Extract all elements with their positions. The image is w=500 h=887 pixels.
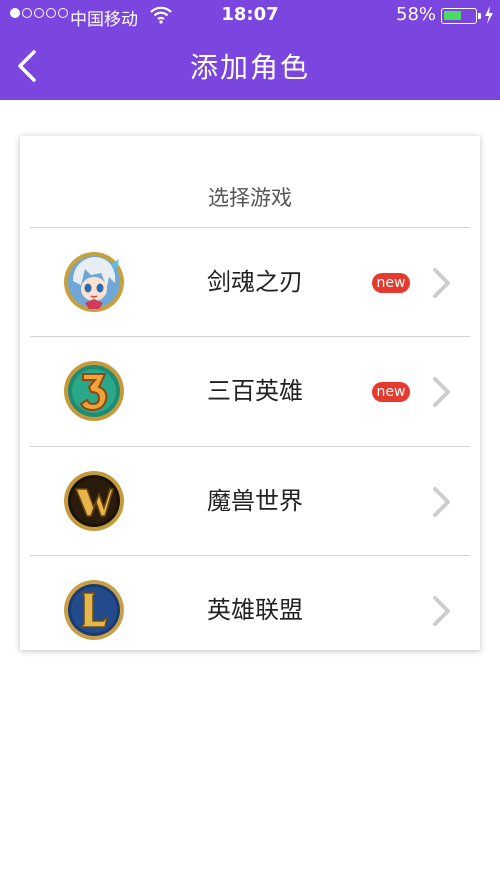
league-of-legends-game-icon [64, 580, 124, 640]
game-row-league-of-legends[interactable]: 英雄联盟 [30, 556, 470, 650]
new-badge: new [372, 273, 410, 293]
game-name: 英雄联盟 [207, 596, 303, 624]
world-of-warcraft-game-icon [64, 471, 124, 531]
game-name: 三百英雄 [207, 377, 303, 405]
three-hundred-heroes-game-icon [64, 361, 124, 421]
status-bar: 中国移动 18:07 58% [0, 0, 500, 32]
chevron-right-icon [433, 596, 450, 626]
battery-tip [478, 13, 481, 19]
chevron-right-icon [433, 377, 450, 407]
game-row-sword-soul[interactable]: 剑魂之刃 new [30, 228, 470, 337]
navigation-bar: 中国移动 18:07 58% 添加角色 [0, 0, 500, 100]
page-title: 添加角色 [189, 51, 310, 84]
new-badge: new [372, 382, 410, 402]
charging-bolt-icon [485, 6, 493, 24]
chevron-right-icon [433, 268, 450, 298]
sword-soul-game-icon [64, 252, 124, 312]
card-heading: 选择游戏 [208, 186, 292, 210]
game-name: 剑魂之刃 [207, 268, 303, 296]
chevron-right-icon [433, 487, 450, 517]
battery-level-fill [444, 11, 461, 20]
game-select-card: 选择游戏 剑魂之刃 new 三百英雄 new 魔兽世界 英雄联盟 [20, 136, 480, 650]
game-row-world-of-warcraft[interactable]: 魔兽世界 [30, 447, 470, 556]
battery-icon [441, 8, 477, 24]
game-name: 魔兽世界 [207, 487, 303, 515]
game-row-three-hundred-heroes[interactable]: 三百英雄 new [30, 337, 470, 446]
battery-percentage: 58% [396, 4, 437, 25]
